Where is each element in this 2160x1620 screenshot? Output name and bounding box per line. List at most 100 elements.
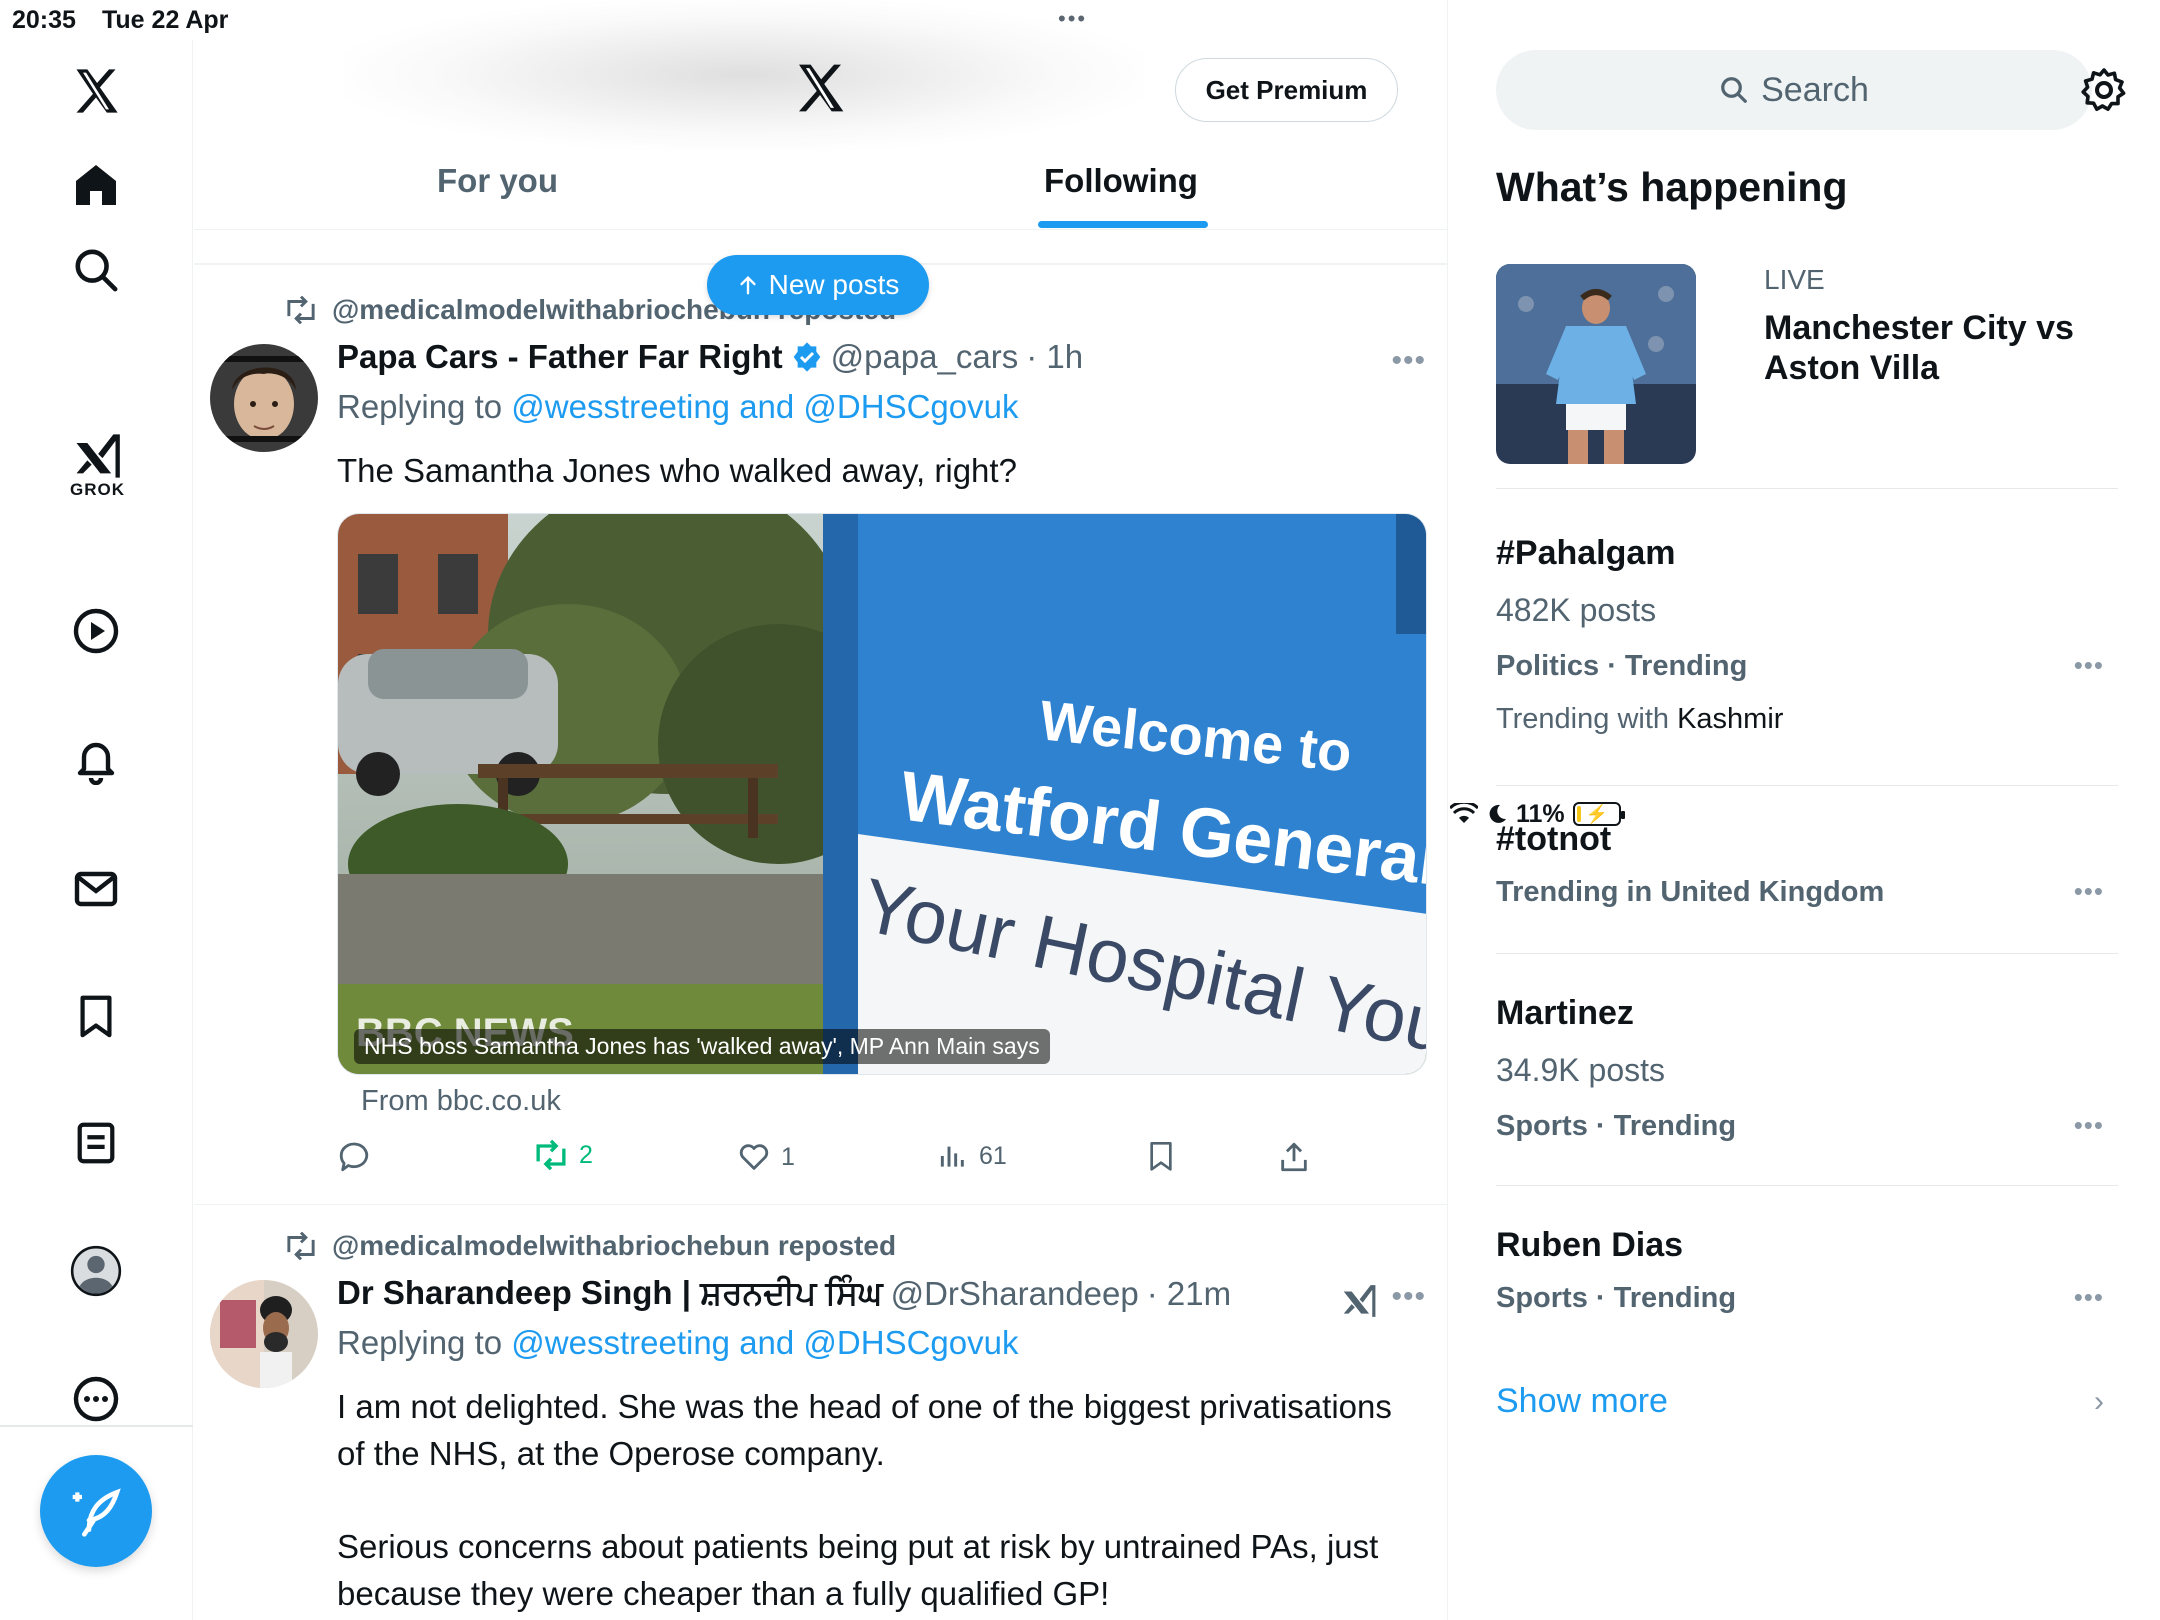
replying-link[interactable]: @wesstreeting and @DHSCgovuk xyxy=(511,1324,1018,1361)
home-icon[interactable] xyxy=(65,154,127,216)
whats-happening-heading: What’s happening xyxy=(1496,164,1848,210)
like-count: 1 xyxy=(781,1142,795,1171)
tab-for-you[interactable]: For you xyxy=(437,162,558,200)
tweet[interactable]: @medicalmodelwithabriochebun reposted Dr… xyxy=(194,1206,1447,1620)
grok-icon[interactable] xyxy=(65,425,127,487)
bookmark-icon xyxy=(1150,1142,1172,1171)
replying-prefix: Replying to xyxy=(337,1324,503,1361)
new-posts-button[interactable]: New posts xyxy=(707,255,929,315)
view-count: 61 xyxy=(979,1141,1007,1170)
trend-tag[interactable]: Ruben Dias xyxy=(1496,1226,1683,1265)
avatar[interactable] xyxy=(210,344,318,452)
trend-more-icon[interactable]: ••• xyxy=(2074,1282,2104,1313)
timeline-tabs: For you Following xyxy=(194,150,1447,230)
bookmark-button[interactable] xyxy=(1145,1140,1177,1172)
trend-with-value[interactable]: Kashmir xyxy=(1677,703,1783,735)
views-button[interactable]: 61 xyxy=(937,1140,1007,1172)
bookmark-icon[interactable] xyxy=(65,985,127,1047)
trend-count: 34.9K posts xyxy=(1496,1052,1665,1088)
video-icon[interactable] xyxy=(65,600,127,662)
trend-category: Trending in United Kingdom xyxy=(1496,876,1885,908)
replying-prefix: Replying to xyxy=(337,388,503,425)
tweet-time[interactable]: · 21m xyxy=(1147,1275,1231,1313)
live-event-title[interactable]: Manchester City vs Aston Villa xyxy=(1764,308,2104,388)
replying-to: Replying to @wesstreeting and @DHSCgovuk xyxy=(337,1324,1019,1362)
trend-more-icon[interactable]: ••• xyxy=(2074,1110,2104,1141)
like-button[interactable]: 1 xyxy=(737,1140,795,1174)
trend-more-icon[interactable]: ••• xyxy=(2074,876,2104,907)
trend-category: Sports · Trending xyxy=(1496,1282,1737,1314)
trend-count: 482K posts xyxy=(1496,592,1657,628)
live-event-card[interactable]: LIVE Manchester City vs Aston Villa xyxy=(1496,264,2118,489)
author-name[interactable]: Papa Cars - Father Far Right xyxy=(337,338,783,376)
author-name[interactable]: Dr Sharandeep Singh | ਸ਼ਰਨਦੀਪ ਸਿੰਘ xyxy=(337,1274,883,1313)
trend-tag[interactable]: #Pahalgam xyxy=(1496,534,1676,573)
reply-button[interactable] xyxy=(337,1140,381,1174)
nav-divider xyxy=(0,1425,193,1427)
link-source[interactable]: From bbc.co.uk xyxy=(361,1085,561,1118)
arrow-up-icon xyxy=(740,275,756,295)
tab-following[interactable]: Following xyxy=(1044,162,1198,200)
link-card-image[interactable]: Welcome to Watford General Hospit Your H… xyxy=(337,513,1427,1075)
tweet-more-icon[interactable]: ••• xyxy=(1391,344,1426,378)
list-icon[interactable] xyxy=(65,1112,127,1174)
trend-tag[interactable]: Martinez xyxy=(1496,994,1634,1033)
tweet-actions: 2 1 61 xyxy=(337,1140,1427,1190)
tweet-paragraph: I am not delighted. She was the head of … xyxy=(337,1388,1392,1472)
trend-item[interactable]: Martinez 34.9K posts Sports · Trending •… xyxy=(1496,954,2118,1186)
replying-to: Replying to @wesstreeting and @DHSCgovuk xyxy=(337,388,1019,426)
grok-label: GROK xyxy=(70,480,125,499)
tweet-time[interactable]: · 1h xyxy=(1026,338,1083,376)
tweet-more-icon[interactable]: ••• xyxy=(1391,1280,1426,1314)
compose-button[interactable] xyxy=(40,1455,152,1567)
share-icon xyxy=(1281,1142,1307,1172)
retweet-icon xyxy=(287,296,315,324)
x-logo-icon[interactable] xyxy=(792,60,848,121)
timeline-column: Get Premium For you Following New posts … xyxy=(194,0,1448,1620)
trend-with-prefix: Trending with xyxy=(1496,703,1670,735)
status-time: 20:35 xyxy=(12,6,76,34)
grok-icon[interactable] xyxy=(1339,1282,1377,1325)
new-posts-label: New posts xyxy=(768,269,900,300)
trend-item[interactable]: #totnot Trending in United Kingdom ••• xyxy=(1496,786,2118,954)
tweet-text: I am not delighted. She was the head of … xyxy=(337,1383,1427,1617)
verified-icon xyxy=(793,342,820,372)
repost-label[interactable]: @medicalmodelwithabriochebun reposted xyxy=(332,1230,896,1262)
reply-icon xyxy=(339,1142,369,1172)
profile-icon[interactable] xyxy=(65,1240,127,1302)
trend-more-icon[interactable]: ••• xyxy=(2074,650,2104,681)
show-more-link[interactable]: Show more xyxy=(1496,1382,1668,1421)
tweet-author: Papa Cars - Father Far Right @papa_cars … xyxy=(337,338,1083,376)
like-icon xyxy=(739,1144,769,1170)
retweet-count: 2 xyxy=(579,1140,593,1169)
mail-icon[interactable] xyxy=(65,858,127,920)
author-handle[interactable]: @papa_cars xyxy=(831,338,1019,376)
trend-tag[interactable]: #totnot xyxy=(1496,820,1611,859)
search-icon[interactable] xyxy=(65,239,127,301)
repost-indicator: @medicalmodelwithabriochebun reposted xyxy=(284,1230,896,1262)
share-button[interactable] xyxy=(1277,1140,1311,1174)
views-icon xyxy=(940,1146,964,1167)
live-event-image xyxy=(1496,264,1696,464)
get-premium-button[interactable]: Get Premium xyxy=(1175,58,1398,122)
more-icon[interactable] xyxy=(65,1368,127,1430)
settings-icon[interactable] xyxy=(2080,66,2128,119)
header-blur xyxy=(344,0,1144,150)
author-handle[interactable]: @DrSharandeep xyxy=(891,1275,1139,1313)
trend-category: Politics · Trending xyxy=(1496,650,1748,682)
right-sidebar: Search What’s happening LIVE Manchester … xyxy=(1450,0,2160,1620)
search-input[interactable]: Search xyxy=(1496,50,2092,130)
trend-item[interactable]: Ruben Dias Sports · Trending ••• xyxy=(1496,1186,2118,1336)
retweet-button[interactable]: 2 xyxy=(533,1140,593,1170)
trend-item[interactable]: #Pahalgam 482K posts Politics · Trending… xyxy=(1496,506,2118,786)
retweet-icon xyxy=(287,1232,315,1260)
tweet[interactable]: @medicalmodelwithabriochebun reposted Pa… xyxy=(194,270,1447,1205)
tweet-author: Dr Sharandeep Singh | ਸ਼ਰਨਦੀਪ ਸਿੰਘ @DrSh… xyxy=(337,1274,1231,1313)
chevron-right-icon[interactable]: › xyxy=(2094,1385,2104,1419)
avatar[interactable] xyxy=(210,1280,318,1388)
x-logo-icon[interactable] xyxy=(65,60,127,122)
replying-link[interactable]: @wesstreeting and @DHSCgovuk xyxy=(511,388,1018,425)
compose-icon xyxy=(72,1488,121,1537)
tweet-paragraph: Serious concerns about patients being pu… xyxy=(337,1528,1379,1612)
bell-icon[interactable] xyxy=(65,730,127,792)
